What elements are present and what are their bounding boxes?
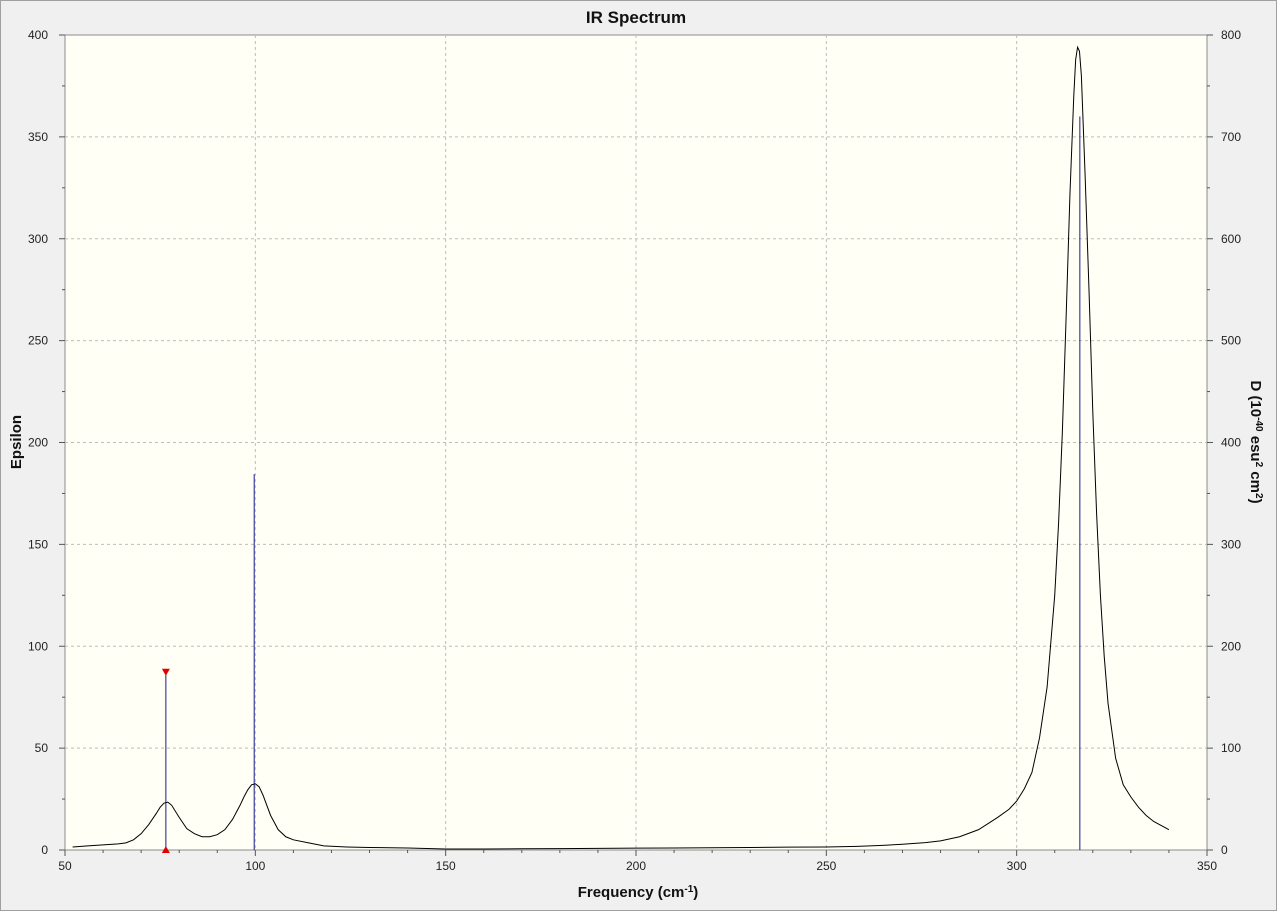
x-tick-label: 250 [816, 859, 836, 873]
y-left-tick-label: 350 [28, 130, 48, 144]
y-right-tick-label: 200 [1221, 639, 1241, 653]
y-right-tick-label: 0 [1221, 843, 1228, 857]
x-tick-label: 150 [436, 859, 456, 873]
y-right-tick-label: 500 [1221, 334, 1241, 348]
y-right-tick-label: 600 [1221, 232, 1241, 246]
y-left-tick-label: 100 [28, 639, 48, 653]
y-axis-label-left: Epsilon [8, 415, 25, 469]
x-tick-label: 350 [1197, 859, 1217, 873]
y-left-tick-label: 50 [35, 741, 49, 755]
x-tick-label: 100 [245, 859, 265, 873]
y-left-tick-label: 200 [28, 436, 48, 450]
x-tick-label: 300 [1007, 859, 1027, 873]
y-left-tick-label: 250 [28, 334, 48, 348]
y-right-tick-label: 700 [1221, 130, 1241, 144]
x-tick-label: 50 [58, 859, 72, 873]
y-right-tick-label: 400 [1221, 436, 1241, 450]
y-right-tick-label: 100 [1221, 741, 1241, 755]
x-axis-label: Frequency (cm-1) [578, 884, 699, 902]
y-left-tick-label: 0 [41, 843, 48, 857]
y-right-tick-label: 300 [1221, 537, 1241, 551]
y-right-tick-label: 800 [1221, 28, 1241, 42]
chart-title: IR Spectrum [586, 8, 686, 27]
y-left-tick-label: 400 [28, 28, 48, 42]
ir-spectrum-chart: 50 100 150 200 250 300 350 0 50 100 150 200 250 300 35… [0, 0, 1277, 911]
y-axis-label-right: D (10-40 esu2 cm2) [1247, 380, 1265, 503]
x-tick-label: 200 [626, 859, 646, 873]
y-left-tick-label: 300 [28, 232, 48, 246]
y-left-tick-label: 150 [28, 537, 48, 551]
